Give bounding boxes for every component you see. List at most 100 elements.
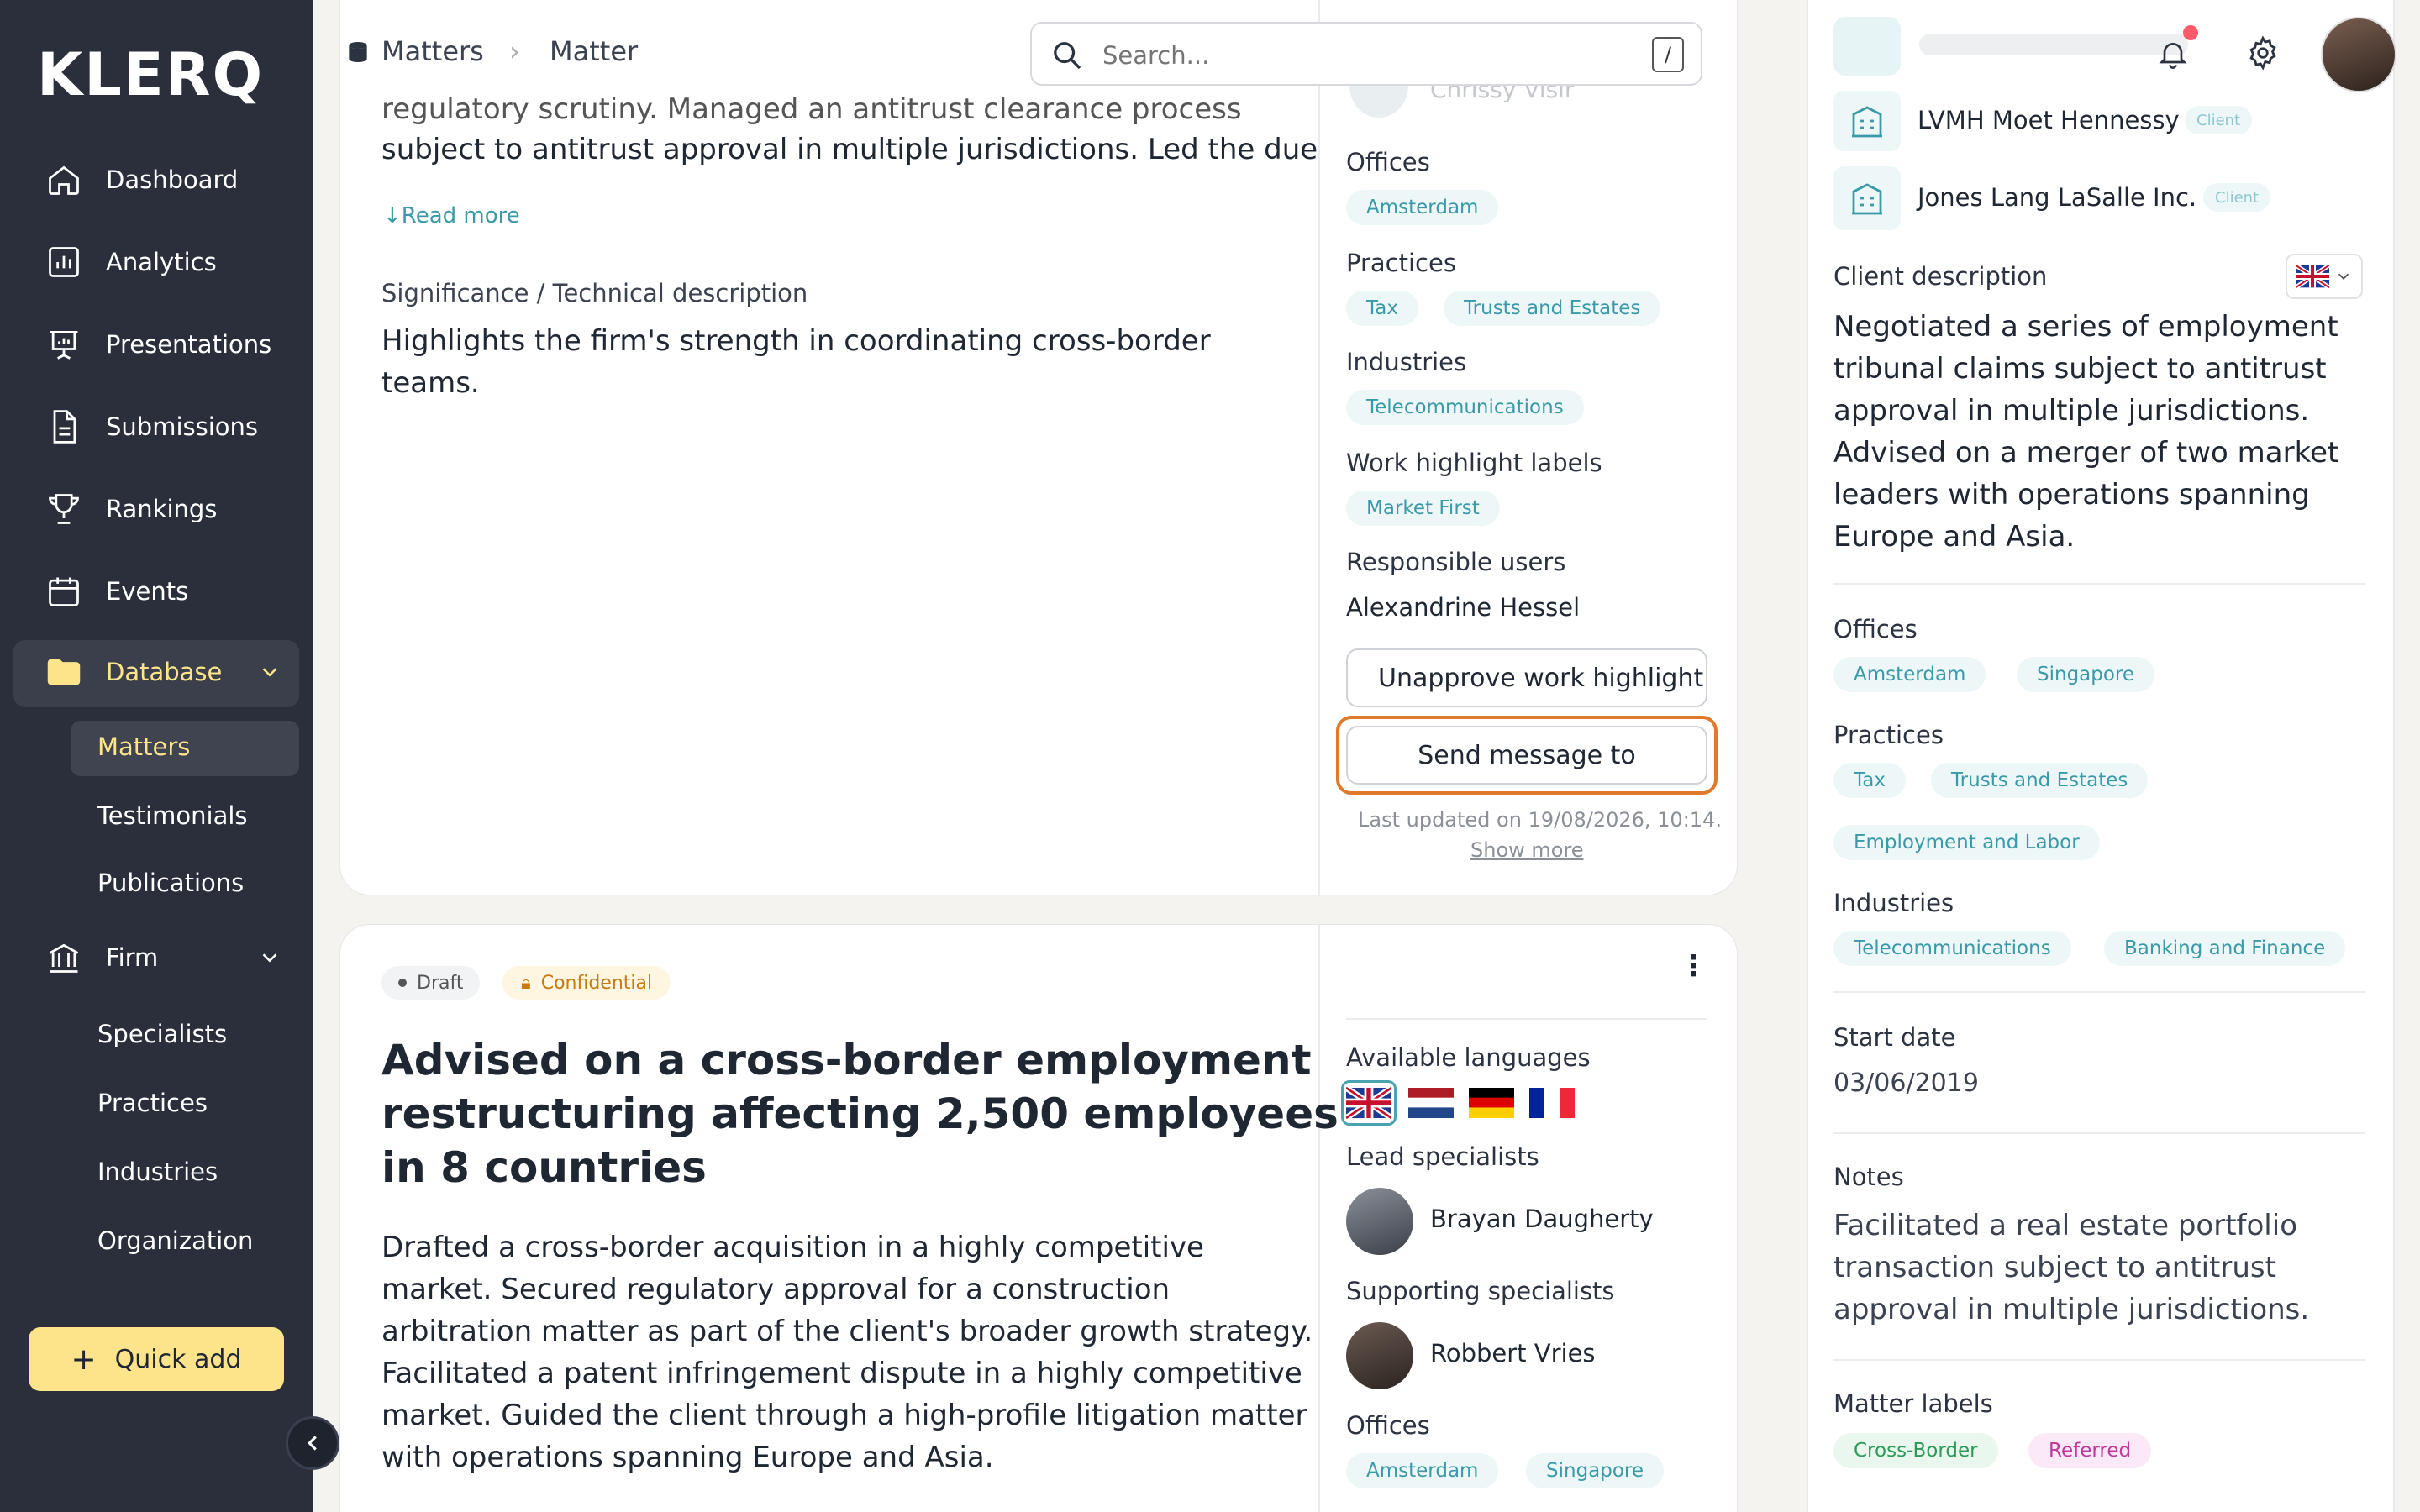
matter-label-chip: Cross-Border <box>1833 1433 1998 1468</box>
notes-line: transaction subject to antitrust <box>1833 1251 2276 1284</box>
practice-chip: Trusts and Estates <box>1931 763 2149 798</box>
divider <box>1833 991 2365 993</box>
read-more-label: Read more <box>401 203 520 228</box>
work-highlight-labels-label: Work highlight labels <box>1346 449 1602 477</box>
nav-label: Dashboard <box>106 165 239 194</box>
folder-icon <box>47 659 81 685</box>
description-line: Facilitated a patent infringement disput… <box>381 1357 1302 1390</box>
search-icon <box>1054 42 1081 70</box>
supporting-specialists-label: Supporting specialists <box>1346 1277 1615 1305</box>
uk-flag-icon <box>2296 265 2329 288</box>
matter-title-line: restructuring affecting 2,500 employees <box>381 1089 1339 1138</box>
nav-label: Presentations <box>106 330 272 359</box>
search-input[interactable] <box>1102 39 1607 72</box>
significance-line: Highlights the firm's strength in coordi… <box>381 324 1211 358</box>
subnav-practices[interactable]: Practices <box>97 1089 208 1117</box>
work-highlight-chip: Market First <box>1346 491 1500 526</box>
chevron-down-icon <box>262 953 277 963</box>
client-tag: Client <box>2203 183 2271 212</box>
subnav-industries[interactable]: Industries <box>97 1158 218 1186</box>
klerq-logo[interactable]: KLERQ <box>37 40 264 109</box>
client-name[interactable]: LVMH Moet Hennessy <box>1918 106 2180 134</box>
significance-label: Significance / Technical description <box>381 279 808 307</box>
subnav-matters[interactable]: Matters <box>97 732 190 761</box>
sidebar: KLERQ Dashboard Analytics Presentations … <box>0 0 313 1512</box>
france-flag-icon[interactable] <box>1529 1085 1575 1121</box>
responsible-user-name: Alexandrine Hessel <box>1346 593 1581 622</box>
subnav-publications[interactable]: Publications <box>97 869 244 897</box>
breadcrumb-root[interactable]: Matters <box>381 35 484 67</box>
responsible-users-label: Responsible users <box>1346 548 1566 576</box>
lead-specialist-name[interactable]: Brayan Daugherty <box>1430 1205 1654 1233</box>
offices-label: Offices <box>1346 1411 1430 1440</box>
client-logo <box>1833 91 1901 151</box>
dot-icon <box>398 979 407 987</box>
divider <box>1833 1132 2365 1134</box>
offices-label: Offices <box>1833 615 1918 643</box>
avatar <box>1346 1322 1413 1389</box>
available-languages-label: Available languages <box>1346 1043 1591 1072</box>
practice-chip: Tax <box>1346 291 1418 326</box>
nav-label: Rankings <box>106 495 218 523</box>
notes-line: Facilitated a real estate portfolio <box>1833 1209 2298 1242</box>
nav-events[interactable]: Events <box>45 573 188 610</box>
supporting-specialist-name[interactable]: Robbert Vries <box>1430 1339 1596 1368</box>
bell-icon[interactable] <box>2156 35 2190 72</box>
nav-dashboard[interactable]: Dashboard <box>45 161 238 198</box>
nav-firm[interactable]: Firm <box>45 939 277 976</box>
search-bar[interactable]: / <box>1030 22 1702 86</box>
lead-specialists-label: Lead specialists <box>1346 1142 1539 1171</box>
matter-label-chip: Referred <box>2028 1433 2152 1468</box>
subnav-organization[interactable]: Organization <box>97 1226 253 1255</box>
matter-description: Drafted a cross-border acquisition in a … <box>381 1226 1313 1478</box>
start-date-value: 03/06/2019 <box>1833 1068 1979 1098</box>
language-select[interactable] <box>2286 254 2363 299</box>
office-chip: Amsterdam <box>1833 657 1986 692</box>
gear-icon[interactable] <box>2245 35 2281 71</box>
avatar <box>1346 1188 1413 1255</box>
description-line: market. Secured regulatory approval for … <box>381 1273 1171 1306</box>
unapprove-work-highlight-button[interactable]: Unapprove work highlight <box>1346 648 1707 707</box>
quick-add-button[interactable]: + Quick add <box>29 1327 284 1391</box>
subnav-testimonials[interactable]: Testimonials <box>97 801 248 830</box>
read-more-link[interactable]: ↓Read more <box>383 203 520 228</box>
netherlands-flag-icon[interactable] <box>1408 1085 1454 1121</box>
nav-analytics[interactable]: Analytics <box>45 244 217 281</box>
description-line: Drafted a cross-border acquisition in a … <box>381 1231 1204 1264</box>
germany-flag-icon[interactable] <box>1469 1085 1514 1121</box>
more-options-icon[interactable]: ⋮ <box>1679 952 1707 980</box>
significance-line: teams. <box>381 366 480 400</box>
description-line: regulatory scrutiny. Managed an antitrus… <box>381 92 1242 126</box>
collapse-sidebar-button[interactable] <box>286 1416 339 1470</box>
nav-rankings[interactable]: Rankings <box>45 491 217 528</box>
chevron-down-icon <box>262 668 277 677</box>
client-description-line: Advised on a merger of two market <box>1833 436 2339 470</box>
client-logo <box>1833 166 1901 230</box>
nav-presentations[interactable]: Presentations <box>45 326 271 363</box>
matter-title-line: Advised on a cross-border employment <box>381 1036 1312 1084</box>
nav-submissions[interactable]: Submissions <box>45 408 258 445</box>
office-chip: Singapore <box>1526 1453 1665 1488</box>
divider <box>1833 1359 2365 1361</box>
chart-icon <box>49 247 79 277</box>
office-chip: Singapore <box>2017 657 2155 692</box>
notes-line: approval in multiple jurisdictions. <box>1833 1293 2310 1326</box>
practice-chip: Trusts and Estates <box>1444 291 1661 326</box>
industries-label: Industries <box>1833 889 1954 917</box>
arrow-down-icon: ↓ <box>383 203 402 228</box>
last-updated-text: Last updated on 19/08/2026, 10:14. <box>1358 808 1722 832</box>
confidential-badge: 🔒︎ Confidential <box>502 966 671 1000</box>
status-badge: Draft <box>381 966 481 1000</box>
chevron-down-icon <box>2338 273 2349 281</box>
client-name[interactable]: Jones Lang LaSalle Inc. <box>1918 183 2196 212</box>
database-icon <box>349 42 367 62</box>
user-avatar[interactable] <box>2321 17 2396 92</box>
uk-flag-icon[interactable] <box>1346 1085 1392 1121</box>
building-icon <box>1852 183 1882 215</box>
nav-database[interactable]: Database <box>45 654 277 690</box>
send-message-button[interactable]: Send message to <box>1346 726 1707 785</box>
divider <box>1346 1018 1707 1020</box>
subnav-specialists[interactable]: Specialists <box>97 1020 227 1048</box>
show-more-link[interactable]: Show more <box>1470 838 1584 862</box>
presentation-icon <box>50 330 78 360</box>
